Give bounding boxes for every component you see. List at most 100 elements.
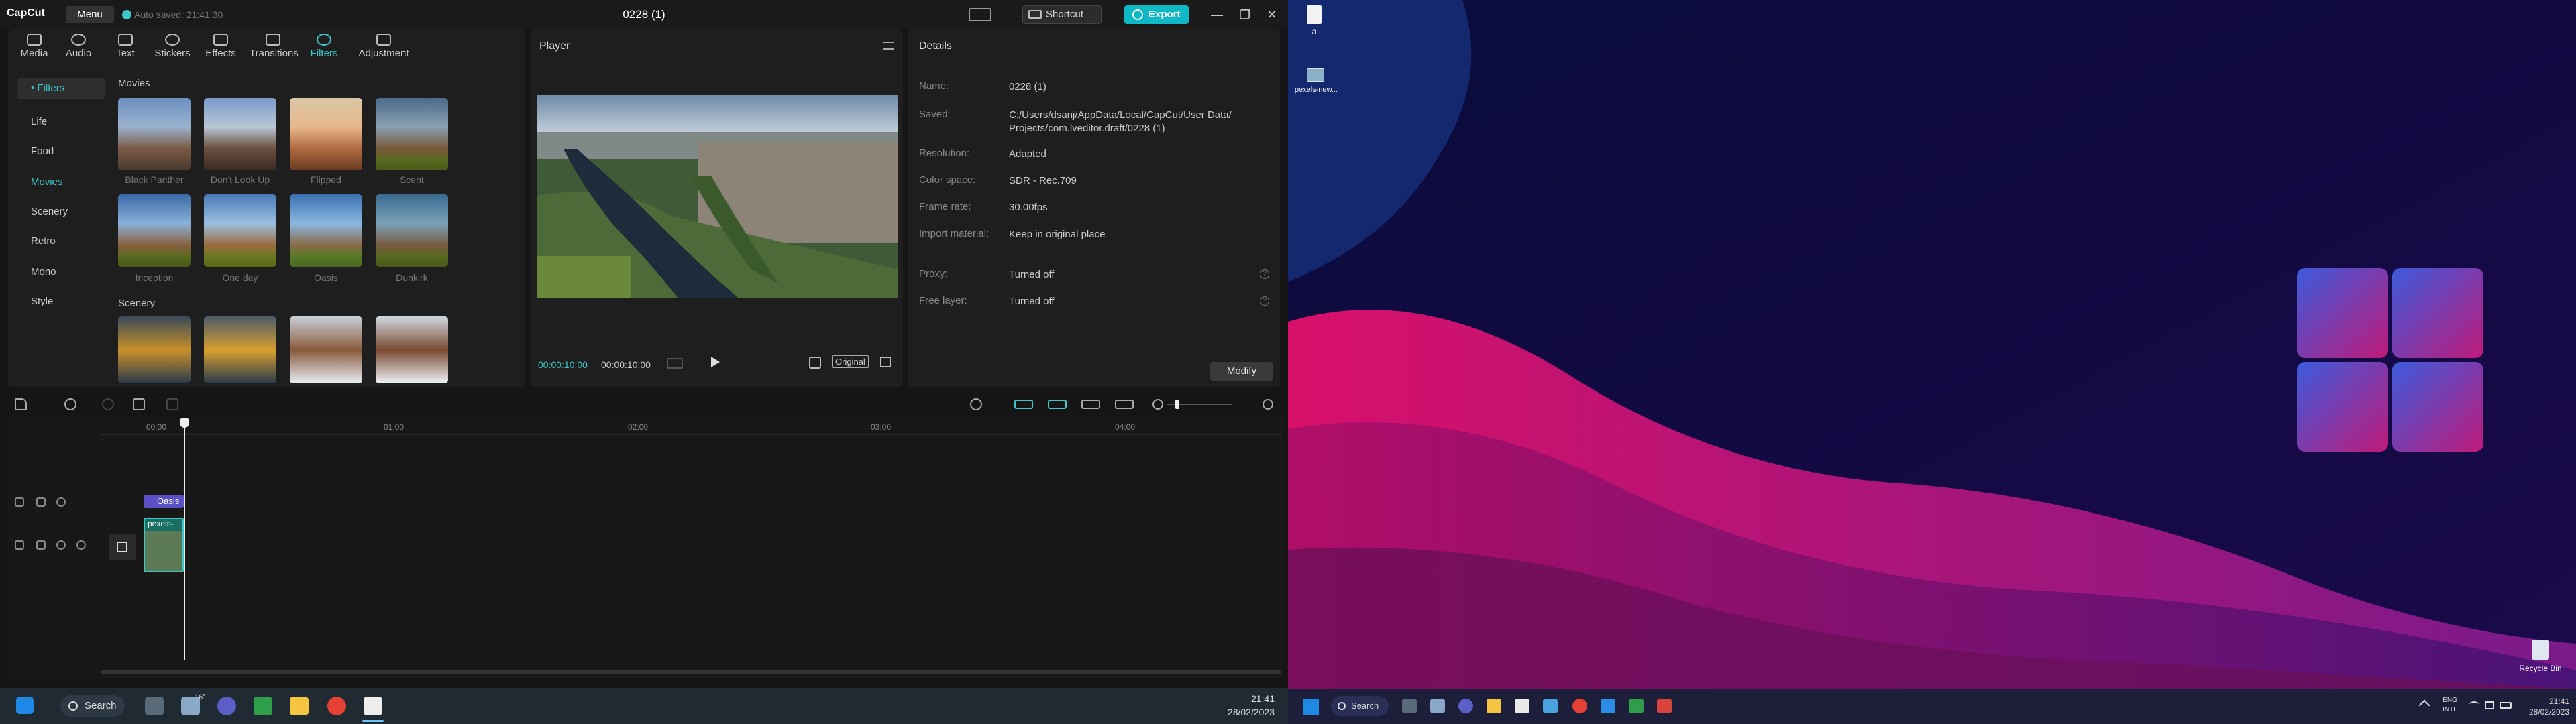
playhead[interactable]: [184, 418, 185, 660]
filter-thumb-one-day[interactable]: [204, 194, 276, 267]
cover-edit-button[interactable]: [109, 534, 136, 560]
tab-adjustment[interactable]: Adjustment: [354, 34, 413, 59]
category-filters[interactable]: • Filters: [17, 78, 105, 99]
restore-icon[interactable]: ❐: [1232, 5, 1258, 24]
timecode-toggle-icon[interactable]: [667, 358, 683, 369]
preview-axis-icon[interactable]: [1115, 400, 1134, 409]
track-visibility-icon[interactable]: [15, 497, 24, 507]
filter-thumb-dont-look-up[interactable]: [204, 98, 276, 170]
filter-thumb-oasis[interactable]: [290, 194, 362, 267]
timeline[interactable]: 00:00 01:00 02:00 03:00 04:00 Oasis pexe…: [8, 418, 1283, 678]
task-view-icon[interactable]: [145, 697, 164, 715]
tab-filters[interactable]: Filters: [301, 34, 347, 59]
taskbar-clock[interactable]: 21:41 28/02/2023: [2522, 696, 2569, 717]
delete-icon[interactable]: [166, 398, 178, 410]
wifi-icon[interactable]: [2469, 701, 2479, 709]
store-icon[interactable]: [1515, 699, 1529, 713]
select-cursor-icon[interactable]: [15, 398, 27, 410]
filter-thumb-scenery[interactable]: [204, 316, 276, 383]
export-button[interactable]: Export: [1124, 5, 1189, 24]
redo-icon[interactable]: [102, 398, 114, 410]
recycle-bin-icon[interactable]: [2532, 640, 2549, 660]
ratio-button[interactable]: Original: [832, 355, 869, 368]
video-preview[interactable]: [537, 95, 898, 298]
auto-snapping-icon[interactable]: [1048, 400, 1067, 409]
tab-transitions[interactable]: Transitions: [250, 34, 299, 59]
playhead-handle[interactable]: [180, 418, 189, 428]
help-icon[interactable]: ?: [1260, 296, 1269, 306]
timeline-scrollbar[interactable]: [101, 670, 1281, 674]
terminal-icon[interactable]: [1543, 699, 1558, 713]
teams-icon[interactable]: [1458, 699, 1473, 713]
track-visibility-icon[interactable]: [15, 540, 24, 550]
snipping-tool-icon[interactable]: [1629, 699, 1644, 713]
category-food[interactable]: Food: [17, 141, 105, 162]
tab-media[interactable]: Media: [11, 34, 58, 59]
screenshot-icon[interactable]: [809, 357, 821, 369]
modify-button[interactable]: Modify: [1210, 362, 1273, 381]
chrome-icon[interactable]: [1572, 699, 1587, 713]
linkage-icon[interactable]: [1081, 400, 1100, 409]
menu-button[interactable]: Menu: [66, 6, 114, 23]
layout-icon[interactable]: [969, 8, 991, 21]
help-icon[interactable]: ?: [1260, 269, 1269, 279]
tab-stickers[interactable]: Stickers: [149, 34, 196, 59]
filter-clip[interactable]: Oasis: [144, 495, 184, 508]
category-mono[interactable]: Mono: [17, 261, 105, 283]
zoom-slider-handle[interactable]: [1175, 400, 1179, 409]
image-file-icon[interactable]: [1307, 68, 1324, 82]
eye-icon[interactable]: [56, 540, 66, 550]
category-style[interactable]: Style: [17, 291, 105, 312]
zoom-out-icon[interactable]: [1152, 399, 1163, 410]
filter-thumb-scenery[interactable]: [290, 316, 362, 383]
app-icon[interactable]: [1657, 699, 1672, 713]
battery-icon[interactable]: [2500, 702, 2512, 709]
file-explorer-icon[interactable]: [290, 697, 309, 715]
lock-icon[interactable]: [36, 497, 46, 507]
category-life[interactable]: Life: [17, 111, 105, 133]
taskbar-search[interactable]: Search: [1331, 696, 1389, 716]
filter-thumb-scent[interactable]: [376, 98, 448, 170]
category-retro[interactable]: Retro: [17, 231, 105, 252]
chrome-icon[interactable]: [327, 697, 346, 715]
video-clip[interactable]: pexels-: [144, 518, 184, 572]
capcut-taskbar-icon[interactable]: [364, 697, 382, 715]
filter-thumb-dunkirk[interactable]: [376, 194, 448, 267]
microphone-icon[interactable]: [970, 398, 982, 410]
windows-start-icon[interactable]: [1303, 699, 1319, 715]
split-icon[interactable]: [133, 398, 145, 410]
fullscreen-icon[interactable]: [880, 357, 891, 367]
file-icon[interactable]: [1307, 5, 1322, 24]
windows-start-icon[interactable]: [16, 697, 34, 714]
close-icon[interactable]: ✕: [1258, 5, 1285, 24]
task-view-icon[interactable]: [1402, 699, 1417, 713]
weather-icon[interactable]: [1430, 699, 1445, 713]
category-scenery[interactable]: Scenery: [17, 201, 105, 223]
chevron-up-icon[interactable]: [2418, 699, 2430, 711]
teams-icon[interactable]: [217, 697, 236, 715]
filter-thumb-inception[interactable]: [118, 194, 191, 267]
minimize-icon[interactable]: —: [1203, 5, 1230, 24]
language-indicator[interactable]: ENG INTL: [2439, 696, 2461, 715]
category-movies[interactable]: Movies: [17, 172, 105, 193]
audio-mute-icon[interactable]: [76, 540, 86, 550]
file-explorer-icon[interactable]: [1487, 699, 1501, 713]
play-icon[interactable]: [711, 357, 720, 367]
filter-thumb-scenery[interactable]: [118, 316, 191, 383]
vscode-icon[interactable]: [1601, 699, 1615, 713]
filter-thumb-flipped[interactable]: [290, 98, 362, 170]
taskbar-search[interactable]: Search: [60, 695, 125, 717]
taskbar-clock[interactable]: 21:41 28/02/2023: [1208, 692, 1275, 719]
filter-thumb-scenery[interactable]: [376, 316, 448, 383]
filter-thumb-black-panther[interactable]: [118, 98, 191, 170]
shortcut-button[interactable]: Shortcut: [1022, 5, 1102, 24]
main-track-magnet-icon[interactable]: [1014, 400, 1033, 409]
snipping-tool-icon[interactable]: [254, 697, 272, 715]
lock-icon[interactable]: [36, 540, 46, 550]
tab-audio[interactable]: Audio: [55, 34, 102, 59]
eye-icon[interactable]: [56, 497, 66, 507]
hamburger-icon[interactable]: [883, 42, 894, 50]
zoom-in-icon[interactable]: [1263, 399, 1273, 410]
undo-icon[interactable]: [64, 398, 76, 410]
tab-text[interactable]: Text: [102, 34, 149, 59]
